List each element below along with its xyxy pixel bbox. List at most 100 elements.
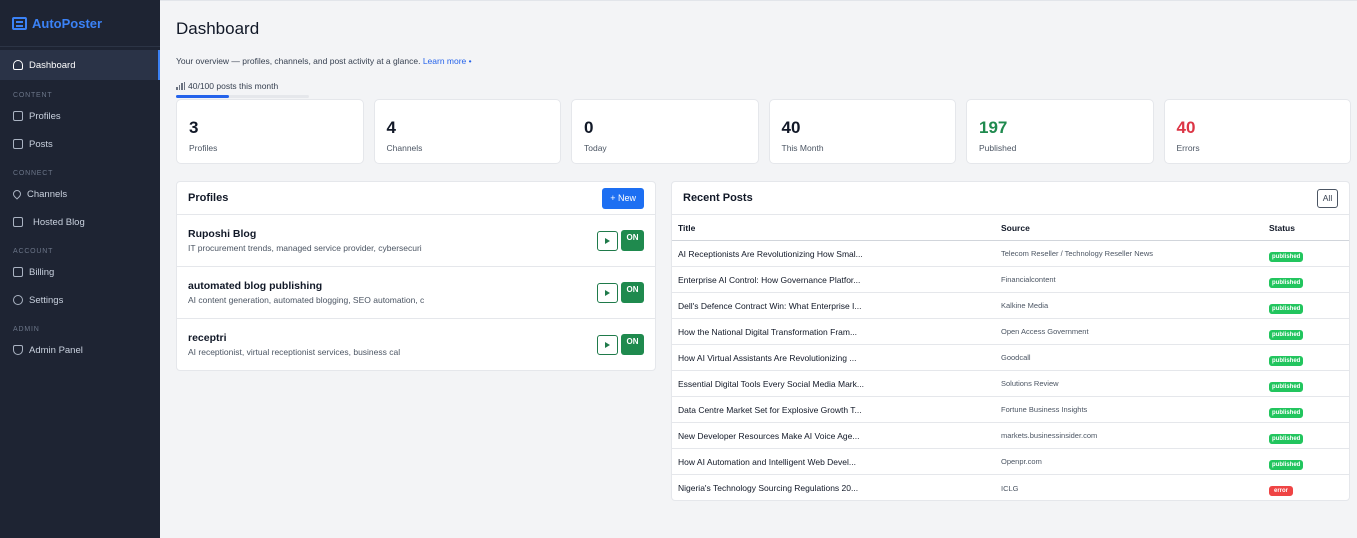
post-title[interactable]: How the National Digital Transformation … [672,327,1001,337]
table-row[interactable]: Dell's Defence Contract Win: What Enterp… [672,293,1349,319]
credit-card-icon [13,267,23,277]
table-row[interactable]: Enterprise AI Control: How Governance Pl… [672,267,1349,293]
post-title[interactable]: How AI Virtual Assistants Are Revolution… [672,353,1001,363]
post-title[interactable]: How AI Automation and Intelligent Web De… [672,457,1001,467]
status-badge: published [1269,381,1304,392]
sidebar-item-label: Hosted Blog [33,216,85,228]
sidebar-item-label: Settings [29,294,64,306]
profile-name: Ruposhi Blog [188,228,257,240]
table-row[interactable]: Data Centre Market Set for Explosive Gro… [672,397,1349,423]
stat-card: 40 This Month [768,99,956,164]
usage-progress-fill [176,95,230,98]
sidebar-item-hosted-blog[interactable]: Hosted Blog [0,208,160,236]
sidebar-item-channels[interactable]: Channels [0,180,160,208]
stat-label: Channels [386,143,423,153]
post-source: Solutions Review [1001,379,1059,388]
recent-posts-header: Recent Posts All [672,182,1349,215]
stat-card: 197 Published [966,99,1154,164]
brand[interactable]: AutoPoster [0,0,160,47]
section-content: CONTENT [13,92,53,99]
stat-card: 0 Today [571,99,759,164]
post-status-cell: error [1269,479,1349,497]
table-row[interactable]: How AI Virtual Assistants Are Revolution… [672,345,1349,371]
table-row[interactable]: Essential Digital Tools Every Social Med… [672,371,1349,397]
section-connect: CONNECT [13,170,54,177]
sidebar-item-billing[interactable]: Billing [0,258,160,286]
section-account: ACCOUNT [13,248,54,255]
profile-active-toggle[interactable]: ON [621,334,644,355]
profile-active-toggle[interactable]: ON [621,282,644,303]
post-source: Fortune Business Insights [1001,405,1088,414]
post-status-cell: published [1269,427,1349,445]
stat-value: 40 [1176,118,1196,137]
status-badge: error [1269,486,1294,496]
profiles-panel-title: Profiles [188,192,229,204]
sidebar-item-dashboard[interactable]: Dashboard [0,50,160,80]
run-profile-button[interactable] [597,231,618,251]
post-source: Kalkine Media [1001,301,1049,310]
post-title[interactable]: Data Centre Market Set for Explosive Gro… [672,405,1001,415]
play-icon [605,342,610,348]
post-title[interactable]: Nigeria's Technology Sourcing Regulation… [672,483,1001,493]
sidebar-item-settings[interactable]: Settings [0,286,160,314]
column-status[interactable]: Status [1269,223,1349,233]
table-row[interactable]: Nigeria's Technology Sourcing Regulation… [672,475,1349,501]
stat-label: Published [979,143,1017,153]
column-title[interactable]: Title [672,223,1001,233]
table-row[interactable]: New Developer Resources Make AI Voice Ag… [672,423,1349,449]
briefcase-icon [13,111,23,121]
usage-text: 40/100 posts this month [188,81,279,91]
post-source: markets.businessinsider.com [1001,431,1098,440]
profile-list: Ruposhi Blog IT procurement trends, manag… [177,215,655,371]
profile-keywords: AI receptionist, virtual receptionist se… [188,347,401,357]
posts-table-header: Title Source Status [672,215,1349,241]
post-source: Goodcall [1001,353,1031,362]
table-row[interactable]: How the National Digital Transformation … [672,319,1349,345]
profile-row[interactable]: Ruposhi Blog IT procurement trends, manag… [177,215,655,267]
blog-icon [13,217,23,227]
overview-text: Your overview — profiles, channels, and … [176,56,472,66]
post-title[interactable]: AI Receptionists Are Revolutionizing How… [672,249,1001,259]
table-row[interactable]: How AI Automation and Intelligent Web De… [672,449,1349,475]
shield-icon [13,345,23,355]
stat-card: 3 Profiles [176,99,364,164]
sidebar-item-admin-panel[interactable]: Admin Panel [0,336,160,364]
status-badge: published [1269,355,1304,366]
post-source: Telecom Reseller / Technology Reseller N… [1001,249,1154,258]
sidebar-item-label: Dashboard [29,59,76,71]
usage-indicator: 40/100 posts this month [176,81,278,91]
stat-label: Errors [1176,143,1200,153]
post-status-cell: published [1269,349,1349,367]
view-all-button[interactable]: All [1317,188,1338,208]
post-title[interactable]: Enterprise AI Control: How Governance Pl… [672,275,1001,285]
run-profile-button[interactable] [597,283,618,303]
gear-icon [13,295,23,305]
learn-more-link[interactable]: Learn more • [423,56,472,66]
stat-card: 4 Channels [373,99,561,164]
post-title[interactable]: New Developer Resources Make AI Voice Ag… [672,431,1001,441]
sidebar-item-posts[interactable]: Posts [0,130,160,158]
stat-label: Profiles [189,143,218,153]
profile-row[interactable]: receptri AI receptionist, virtual recepti… [177,319,655,371]
post-status-cell: published [1269,375,1349,393]
logo-icon [12,16,27,30]
stats-row: 3 Profiles 4 Channels 0 Today 40 This Month 197 P… [176,99,1351,164]
posts-table-body: AI Receptionists Are Revolutionizing How… [672,241,1349,501]
plug-icon [11,188,23,200]
profile-row[interactable]: automated blog publishing AI content gene… [177,267,655,319]
table-row[interactable]: AI Receptionists Are Revolutionizing How… [672,241,1349,267]
profile-active-toggle[interactable]: ON [621,230,644,251]
status-badge: published [1269,459,1304,470]
play-icon [605,238,610,244]
run-profile-button[interactable] [597,335,618,355]
sidebar-item-profiles[interactable]: Profiles [0,102,160,130]
post-source: Openpr.com [1001,457,1042,466]
post-title[interactable]: Dell's Defence Contract Win: What Enterp… [672,301,1001,311]
post-title[interactable]: Essential Digital Tools Every Social Med… [672,379,1001,389]
stat-value: 0 [584,118,594,137]
column-source[interactable]: Source [1001,223,1269,233]
overview-description: Your overview — profiles, channels, and … [176,56,421,66]
status-badge: published [1269,277,1304,288]
new-profile-button[interactable]: + New [602,187,644,209]
stat-value: 4 [386,118,396,137]
